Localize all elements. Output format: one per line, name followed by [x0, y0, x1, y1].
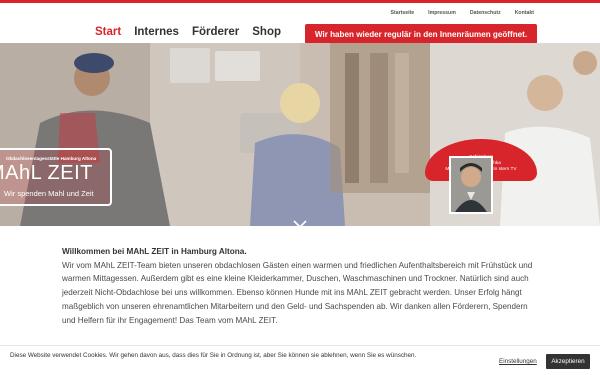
- nav-item-foerderer[interactable]: Förderer: [192, 26, 239, 38]
- nav-item-internes[interactable]: Internes: [134, 26, 179, 38]
- top-accent-line: [0, 0, 600, 3]
- utility-link-impressum[interactable]: Impressum: [428, 10, 456, 16]
- cookie-bar: Diese Website verwendet Cookies. Wir geh…: [0, 345, 600, 375]
- logo-tagline: Obdachlosentagesstätte Hamburg Altona: [6, 156, 97, 161]
- logo-wordmark: MAhL ZEIT: [0, 162, 93, 184]
- cookie-settings-link[interactable]: Einstellungen: [499, 358, 537, 365]
- welcome-section: Willkommen bei MAhL ZEIT in Hamburg Alto…: [62, 245, 540, 327]
- utility-link-datenschutz[interactable]: Datenschutz: [470, 10, 501, 16]
- welcome-text: Wir vom MAhL ZEIT-Team bieten unseren ob…: [62, 260, 533, 325]
- patron-portrait: [449, 156, 493, 214]
- cookie-text: Diese Website verwendet Cookies. Wir geh…: [10, 352, 417, 359]
- nav-item-shop[interactable]: Shop: [252, 26, 281, 38]
- utility-link-startseite[interactable]: Startseite: [391, 10, 415, 16]
- logo-subline: Wir spenden Mahl und Zeit: [4, 189, 94, 198]
- utility-nav: Startseite Impressum Datenschutz Kontakt: [391, 10, 535, 16]
- utility-link-kontakt[interactable]: Kontakt: [515, 10, 534, 16]
- scroll-down-icon[interactable]: [293, 220, 307, 228]
- cookie-accept-button[interactable]: Akzeptieren: [546, 354, 590, 369]
- nav-item-start[interactable]: Start: [95, 26, 121, 38]
- welcome-heading: Willkommen bei MAhL ZEIT in Hamburg Alto…: [62, 247, 247, 256]
- notice-banner[interactable]: Wir haben wieder regulär in den Innenräu…: [305, 24, 537, 44]
- main-nav: Start Internes Förderer Shop: [95, 26, 281, 38]
